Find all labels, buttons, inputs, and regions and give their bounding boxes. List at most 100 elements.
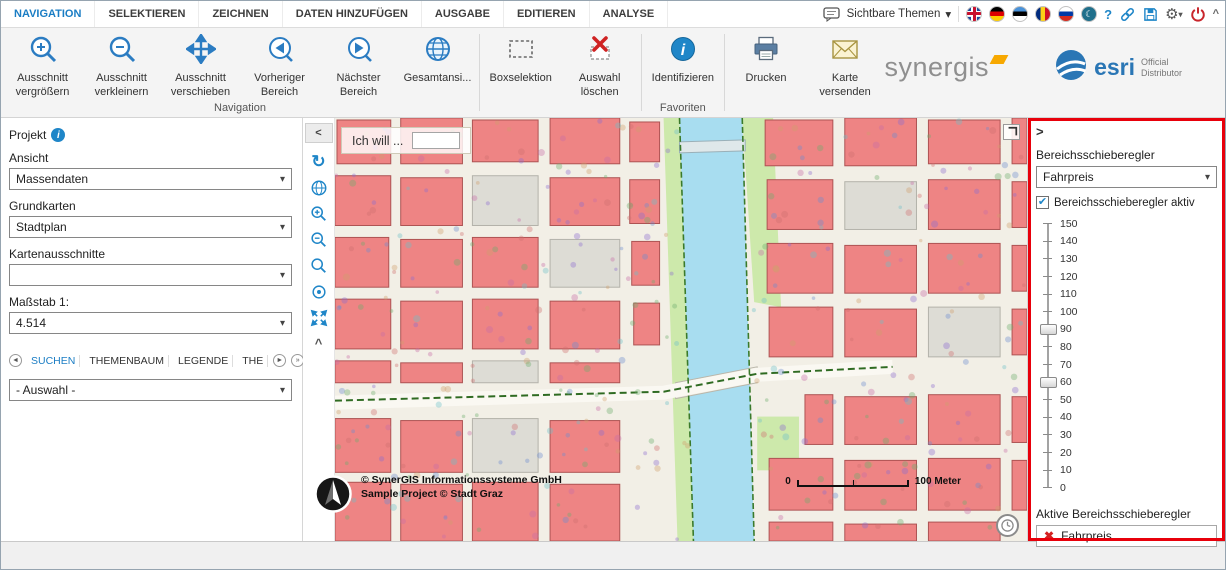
range-slider-active-checkbox[interactable]: ✔ Bereichsschieberegler aktiv — [1036, 196, 1217, 209]
dashed-box-icon — [506, 34, 536, 69]
dropdown-value: 4.514 — [16, 316, 46, 330]
tab-daten-hinzufuegen[interactable]: DATEN HINZUFÜGEN — [283, 1, 422, 27]
language-romanian-flag-icon[interactable] — [1035, 6, 1051, 22]
active-item-label: Fahrpreis — [1061, 529, 1112, 543]
box-selection-button[interactable]: Boxselektion — [481, 30, 560, 102]
print-button[interactable]: Drucken — [727, 30, 806, 102]
language-english-flag-icon[interactable] — [966, 6, 982, 22]
tab-zeichnen[interactable]: ZEICHNEN — [199, 1, 282, 27]
visible-topics-dropdown[interactable]: Sichtbare Themen ▾ — [847, 7, 952, 21]
tabs-scroll-right-button[interactable]: ► — [273, 354, 286, 367]
ich-will-search-box[interactable]: Ich will ... — [341, 127, 471, 154]
project-info-icon[interactable]: i — [51, 128, 65, 142]
fullscreen-button[interactable] — [307, 306, 331, 329]
full-extent-button[interactable]: Gesamtansi... — [398, 30, 477, 102]
tab-label: ZEICHNEN — [212, 8, 268, 20]
tab-selektieren[interactable]: SELEKTIEREN — [95, 1, 199, 27]
vertical-range-slider[interactable]: 150 140 130 120 110 100 90 80 70 60 50 4… — [1038, 215, 1217, 497]
remove-icon[interactable]: ✖ — [1044, 529, 1054, 543]
auswahl-dropdown[interactable]: - Auswahl - ▾ — [9, 379, 292, 401]
previous-extent-button[interactable]: Vorheriger Bereich — [240, 30, 319, 102]
chevron-down-icon: ▾ — [1205, 172, 1210, 183]
tab-editieren[interactable]: EDITIEREN — [504, 1, 590, 27]
tab-navigation[interactable]: NAVIGATION — [1, 1, 95, 27]
save-icon[interactable] — [1143, 7, 1158, 22]
kartenausschnitte-dropdown[interactable]: ▾ — [9, 264, 292, 286]
clear-selection-button[interactable]: Auswahl löschen — [560, 30, 639, 102]
refresh-icon: ↻ — [311, 152, 325, 172]
map-zoom-in-button[interactable] — [307, 202, 331, 225]
slider-tick-row: 10 — [1038, 461, 1217, 479]
language-estonian-flag-icon[interactable] — [1012, 6, 1028, 22]
collapse-panel-button[interactable]: < — [305, 123, 333, 143]
button-label: Drucken — [746, 72, 787, 86]
ribbon-group-selection: Boxselektion Auswahl löschen — [481, 30, 639, 117]
tabs-scroll-left-button[interactable]: ◄ — [9, 354, 22, 367]
target-icon — [310, 283, 328, 301]
ich-will-input[interactable] — [412, 132, 460, 149]
tab-analyse[interactable]: ANALYSE — [590, 1, 669, 27]
ansicht-dropdown[interactable]: Massendaten ▾ — [9, 168, 292, 190]
locate-position-button[interactable] — [307, 280, 331, 303]
settings-gear-button[interactable]: ⚙ ▾ — [1165, 5, 1182, 23]
speech-bubble-icon[interactable] — [823, 7, 840, 22]
chevron-down-icon: ▾ — [280, 318, 285, 329]
info-circle-icon: i — [668, 34, 698, 69]
slider-tick-row: 120 — [1038, 268, 1217, 286]
next-extent-button[interactable]: Nächster Bereich — [319, 30, 398, 102]
map-corner-expand-icon[interactable] — [1003, 124, 1020, 140]
checkbox-checked-icon[interactable]: ✔ — [1036, 196, 1049, 209]
scale-end-label: 100 Meter — [915, 476, 961, 487]
tab-the-truncated[interactable]: THE — [238, 355, 268, 367]
slider-handle[interactable] — [1040, 324, 1057, 335]
map-viewport[interactable]: Ich will ... © SynerGIS Informationssyst… — [335, 118, 1027, 541]
map-zoom-window-button[interactable] — [307, 254, 331, 277]
language-russian-flag-icon[interactable] — [1058, 6, 1074, 22]
expand-panel-button[interactable]: > — [1036, 123, 1056, 140]
chevron-up-icon: ^ — [315, 336, 323, 351]
grundkarten-dropdown[interactable]: Stadtplan ▾ — [9, 216, 292, 238]
link-icon[interactable] — [1119, 6, 1136, 23]
overview-globe-button[interactable] — [307, 176, 331, 199]
magnifier-minus-icon — [310, 231, 328, 249]
tab-ausgabe[interactable]: AUSGABE — [422, 1, 504, 27]
esri-logo[interactable]: esri Official Distributor — [1054, 48, 1199, 87]
slider-tick-row: 140 — [1038, 233, 1217, 251]
range-slider-dropdown[interactable]: Fahrpreis ▾ — [1036, 166, 1217, 188]
group-label-empty — [481, 102, 639, 117]
help-icon[interactable]: ? — [1104, 7, 1112, 22]
tab-suchen[interactable]: SUCHEN — [27, 355, 80, 367]
magnifier-plus-icon — [310, 205, 328, 223]
language-crescent-icon[interactable]: ☾ — [1081, 6, 1097, 22]
collapse-strip-button[interactable]: ^ — [307, 332, 331, 355]
panel-tab-bar: ◄ SUCHEN THEMENBAUM LEGENDE THE ► » — [9, 350, 292, 371]
identify-button[interactable]: i Identifizieren — [643, 30, 722, 102]
slider-handle[interactable] — [1040, 377, 1057, 388]
esri-logo-text: esri — [1094, 54, 1135, 81]
refresh-map-button[interactable]: ↻ — [307, 150, 331, 173]
massstab-dropdown[interactable]: 4.514 ▾ — [9, 312, 292, 334]
button-label: Vorheriger Bereich — [240, 72, 319, 100]
active-range-slider-item[interactable]: ✖ Fahrpreis — [1036, 525, 1217, 547]
time-slider-clock-icon[interactable] — [996, 514, 1019, 537]
pan-button[interactable]: Ausschnitt verschieben — [161, 30, 240, 102]
menu-right-tools: Sichtbare Themen ▾ ☾ ? ⚙ ▾ — [823, 5, 1219, 23]
tab-themenbaum[interactable]: THEMENBAUM — [85, 355, 169, 367]
send-map-envelope-icon — [830, 34, 860, 69]
collapse-ribbon-icon[interactable]: ^ — [1213, 8, 1219, 20]
button-label: Ausschnitt vergrößern — [3, 72, 82, 100]
tab-label: EDITIEREN — [517, 8, 576, 20]
group-label-navigation: Navigation — [3, 102, 477, 117]
range-slider-title: Bereichsschieberegler — [1036, 148, 1217, 162]
magnifier-minus-icon — [107, 34, 137, 69]
tab-legende[interactable]: LEGENDE — [174, 355, 233, 367]
logout-power-icon[interactable] — [1190, 6, 1206, 22]
compass-north-arrow[interactable] — [314, 475, 352, 513]
language-german-flag-icon[interactable] — [989, 6, 1005, 22]
svg-text:i: i — [681, 42, 686, 59]
synergis-logo[interactable]: synergis — [885, 52, 1007, 83]
send-map-button[interactable]: Karte versenden — [806, 30, 885, 102]
zoom-in-extent-button[interactable]: Ausschnitt vergrößern — [3, 30, 82, 102]
map-zoom-out-button[interactable] — [307, 228, 331, 251]
zoom-out-extent-button[interactable]: Ausschnitt verkleinern — [82, 30, 161, 102]
